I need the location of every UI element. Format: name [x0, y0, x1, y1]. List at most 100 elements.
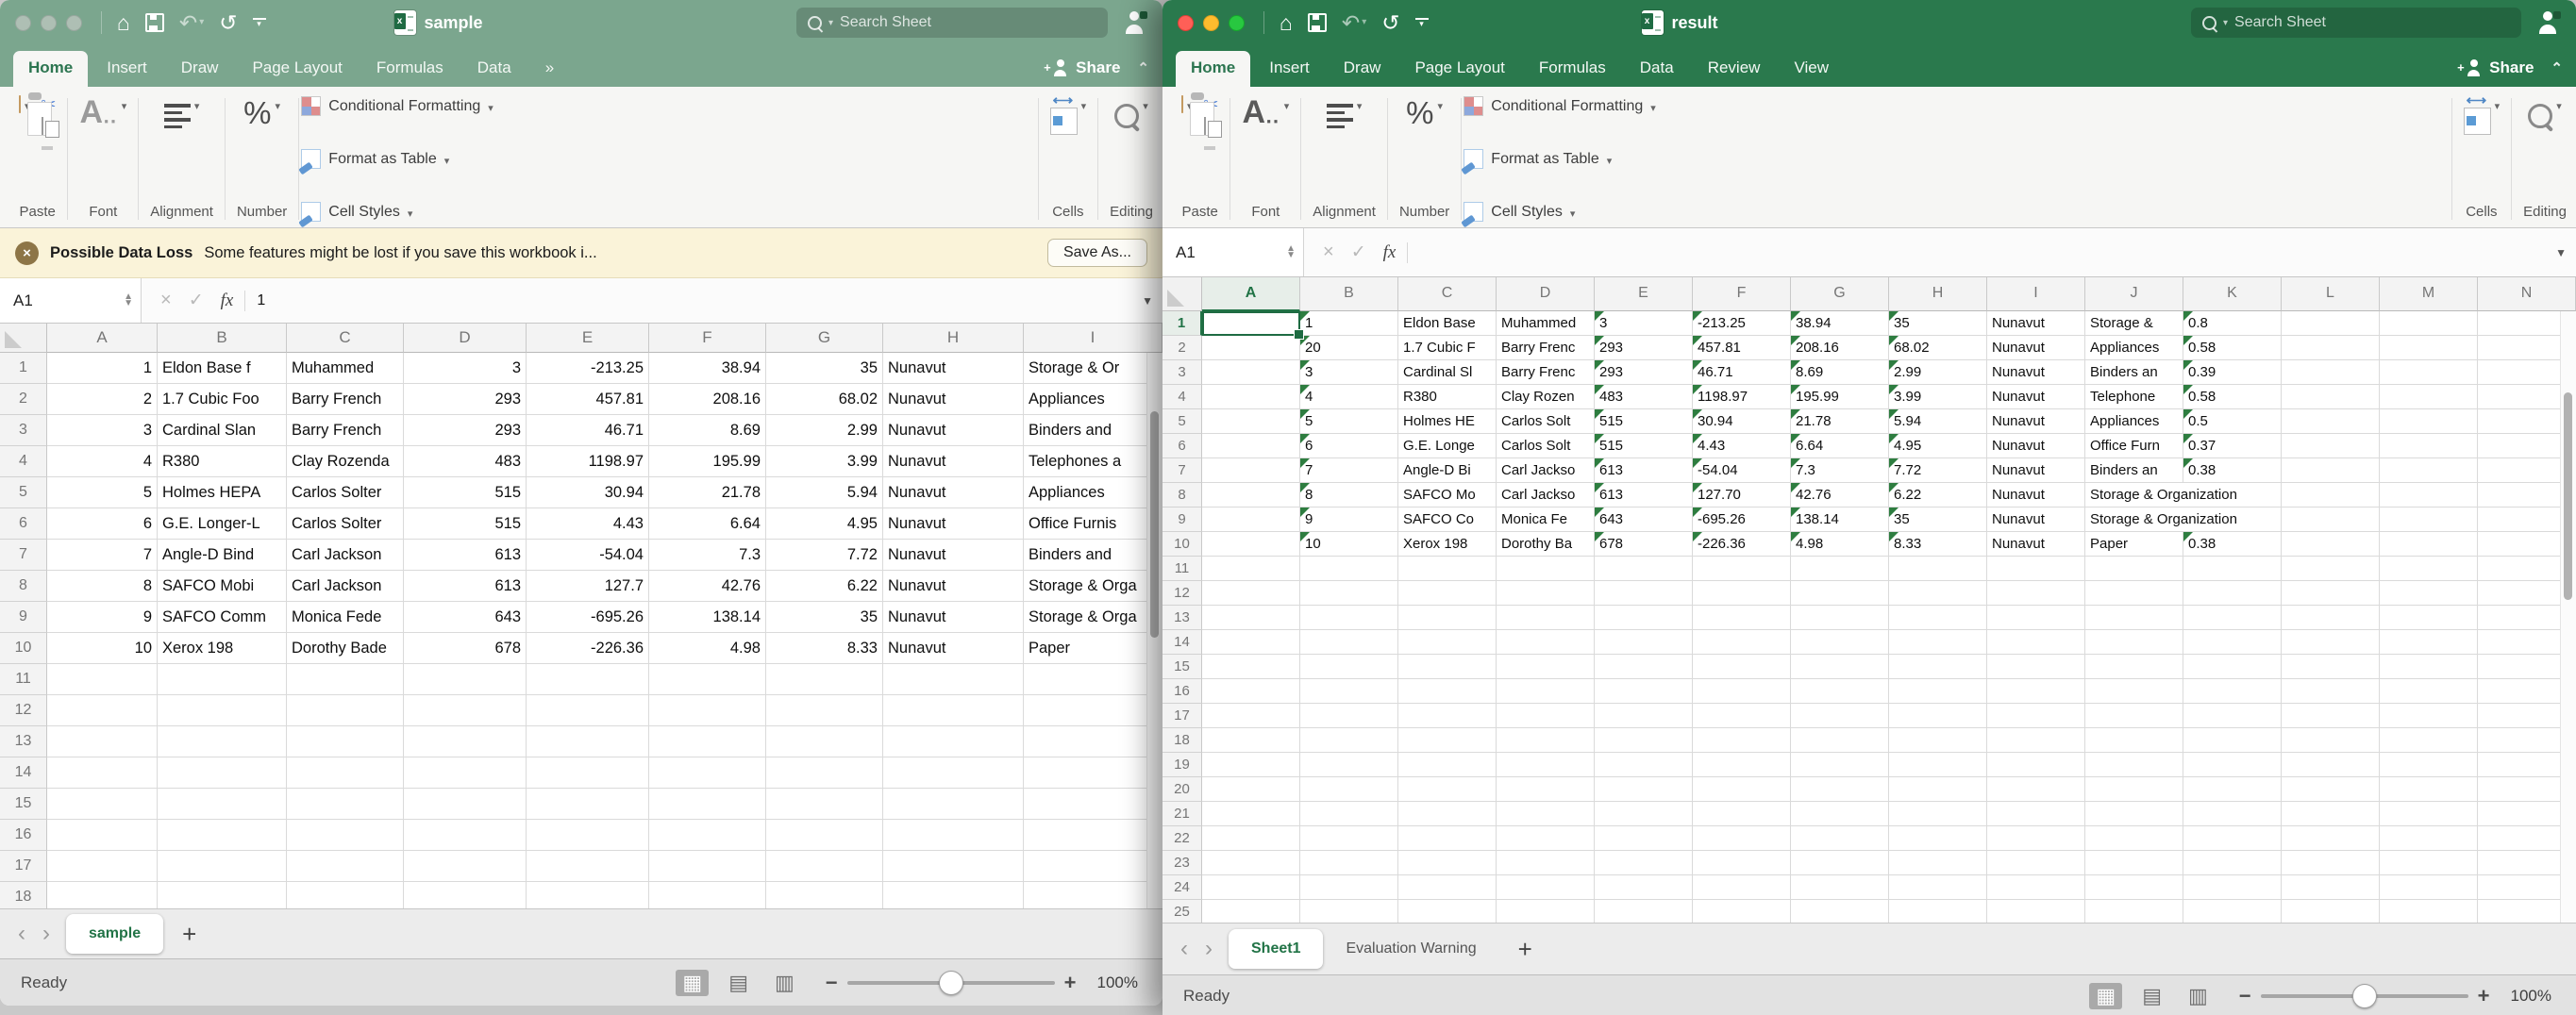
cell-H14[interactable] [1889, 630, 1987, 655]
cell-K5[interactable]: 0.5 [2183, 409, 2282, 434]
cell-G12[interactable] [1791, 581, 1889, 606]
column-header-E[interactable]: E [527, 324, 649, 353]
column-header-C[interactable]: C [287, 324, 404, 353]
cell-G21[interactable] [1791, 802, 1889, 826]
tab-page-layout[interactable]: Page Layout [1399, 51, 1519, 87]
cell-H18[interactable] [883, 882, 1024, 908]
cell-E19[interactable] [1595, 753, 1693, 777]
cell-E15[interactable] [1595, 655, 1693, 679]
search-input[interactable]: ▾ Search Sheet [796, 8, 1108, 38]
row-header-17[interactable]: 17 [0, 851, 47, 882]
cell-F15[interactable] [1693, 655, 1791, 679]
cell-C5[interactable]: Holmes HE [1398, 409, 1497, 434]
cell-H25[interactable] [1889, 900, 1987, 923]
vertical-scrollbar[interactable] [1146, 353, 1163, 908]
cell-A10[interactable] [1202, 532, 1300, 557]
cell-B17[interactable] [158, 851, 287, 882]
row-header-23[interactable]: 23 [1163, 851, 1202, 875]
cell-F10[interactable]: 4.98 [649, 633, 766, 664]
cell-M25[interactable] [2380, 900, 2478, 923]
cell-D20[interactable] [1497, 777, 1595, 802]
row-header-25[interactable]: 25 [1163, 900, 1202, 923]
cancel-icon[interactable]: × [1323, 241, 1334, 263]
cell-I8[interactable]: Nunavut [1987, 483, 2085, 508]
cell-F4[interactable]: 195.99 [649, 446, 766, 477]
tab-data[interactable]: Data [1625, 51, 1689, 87]
cell-G13[interactable] [1791, 606, 1889, 630]
cell-F20[interactable] [1693, 777, 1791, 802]
save-icon[interactable] [1308, 13, 1327, 32]
zoom-in-icon[interactable]: + [1064, 971, 1077, 995]
zoom-out-icon[interactable]: − [826, 971, 838, 995]
cell-H4[interactable]: 3.99 [1889, 385, 1987, 409]
cell-C3[interactable]: Barry French [287, 415, 404, 446]
cell-F8[interactable]: 42.76 [649, 571, 766, 602]
page-layout-view-icon[interactable]: ▤ [722, 970, 755, 996]
cell-G18[interactable] [1791, 728, 1889, 753]
row-header-1[interactable]: 1 [1163, 311, 1202, 336]
cell-E13[interactable] [1595, 606, 1693, 630]
alignment-group[interactable]: ▾ Alignment [1303, 94, 1385, 224]
cell-E4[interactable]: 483 [1595, 385, 1693, 409]
enter-icon[interactable]: ✓ [189, 290, 204, 311]
row-header-14[interactable]: 14 [1163, 630, 1202, 655]
cell-E9[interactable]: 643 [1595, 508, 1693, 532]
cell-J8[interactable]: Storage & Organization [2085, 483, 2183, 508]
cell-L22[interactable] [2282, 826, 2380, 851]
cell-L16[interactable] [2282, 679, 2380, 704]
cell-I5[interactable]: Nunavut [1987, 409, 2085, 434]
cell-A16[interactable] [1202, 679, 1300, 704]
cell-M4[interactable] [2380, 385, 2478, 409]
cell-K7[interactable]: 0.38 [2183, 458, 2282, 483]
cell-L3[interactable] [2282, 360, 2380, 385]
number-group[interactable]: %▾ Number [227, 94, 296, 224]
cell-A11[interactable] [47, 664, 158, 695]
cell-H3[interactable]: Nunavut [883, 415, 1024, 446]
row-header-15[interactable]: 15 [1163, 655, 1202, 679]
row-header-8[interactable]: 8 [0, 571, 47, 602]
cell-G16[interactable] [766, 820, 883, 851]
cell-B16[interactable] [1300, 679, 1398, 704]
cell-G2[interactable]: 208.16 [1791, 336, 1889, 360]
cell-K6[interactable]: 0.37 [2183, 434, 2282, 458]
cell-G6[interactable]: 4.95 [766, 508, 883, 540]
page-layout-view-icon[interactable]: ▤ [2135, 983, 2168, 1009]
cell-C10[interactable]: Dorothy Bade [287, 633, 404, 664]
cell-A3[interactable]: 3 [47, 415, 158, 446]
row-header-6[interactable]: 6 [1163, 434, 1202, 458]
cell-A8[interactable] [1202, 483, 1300, 508]
cell-F10[interactable]: -226.36 [1693, 532, 1791, 557]
cell-A12[interactable] [1202, 581, 1300, 606]
row-header-16[interactable]: 16 [0, 820, 47, 851]
cell-H17[interactable] [883, 851, 1024, 882]
sheet-tab-sample[interactable]: sample [66, 914, 163, 954]
cell-D5[interactable]: Carlos Solt [1497, 409, 1595, 434]
cell-I25[interactable] [1987, 900, 2085, 923]
cell-A19[interactable] [1202, 753, 1300, 777]
cell-G16[interactable] [1791, 679, 1889, 704]
cell-H15[interactable] [883, 789, 1024, 820]
cell-H6[interactable]: 4.95 [1889, 434, 1987, 458]
cell-G3[interactable]: 8.69 [1791, 360, 1889, 385]
cell-I21[interactable] [1987, 802, 2085, 826]
cell-styles-button[interactable]: Cell Styles▾ [301, 202, 1035, 222]
cell-F8[interactable]: 127.70 [1693, 483, 1791, 508]
cell-C13[interactable] [1398, 606, 1497, 630]
cell-J20[interactable] [2085, 777, 2183, 802]
save-as-button[interactable]: Save As... [1047, 239, 1147, 267]
cell-H12[interactable] [1889, 581, 1987, 606]
cell-I23[interactable] [1987, 851, 2085, 875]
cell-B20[interactable] [1300, 777, 1398, 802]
cell-B18[interactable] [1300, 728, 1398, 753]
cell-E11[interactable] [1595, 557, 1693, 581]
cell-L9[interactable] [2282, 508, 2380, 532]
cell-A24[interactable] [1202, 875, 1300, 900]
cell-I13[interactable] [1987, 606, 2085, 630]
cell-H1[interactable]: Nunavut [883, 353, 1024, 384]
cell-E3[interactable]: 293 [1595, 360, 1693, 385]
cell-M7[interactable] [2380, 458, 2478, 483]
cell-L20[interactable] [2282, 777, 2380, 802]
cell-I1[interactable]: Storage & Or [1024, 353, 1163, 384]
cell-F21[interactable] [1693, 802, 1791, 826]
cell-M6[interactable] [2380, 434, 2478, 458]
